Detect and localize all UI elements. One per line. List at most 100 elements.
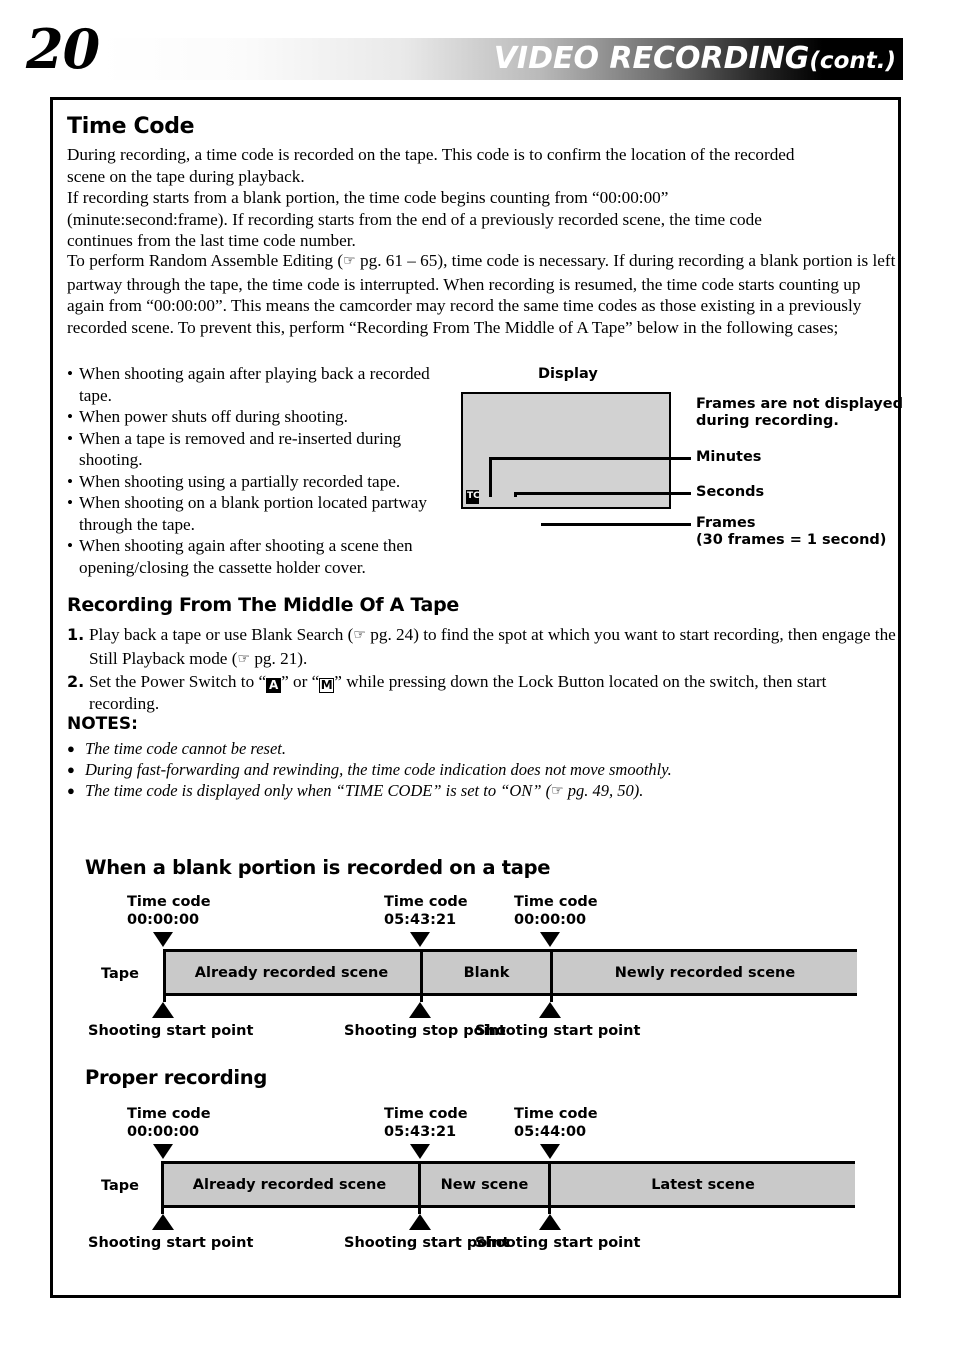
marker-triangle-up [409,1214,431,1230]
marker-triangle-up [539,1002,561,1018]
notes-title: NOTES: [67,714,138,734]
time-code-label: Time code 05:43:21 [384,1106,468,1141]
shooting-point-label: Shooting start point [88,1235,254,1251]
time-code-label: Time code 05:44:00 [514,1106,598,1141]
time-code-label: Time code 00:00:00 [127,1106,211,1141]
header-title-main: VIDEO RECORDING [493,41,810,76]
list-item-label: When shooting using a partially recorded… [79,471,401,491]
paragraph-text: To perform Random Assemble Editing ( [67,251,344,270]
tape-bar: Already recorded scene New scene Latest … [161,1161,855,1214]
paragraph-line: continues from the last time code number… [67,231,356,250]
leader-line-frames-horizontal [541,523,691,526]
time-code-caption: Time code [127,1106,211,1122]
pointing-hand-icon: ☞ [237,650,251,667]
callout-line: Frames [696,515,756,531]
step-number: 1. [67,625,85,644]
list-item: ● The time code cannot be reset. [67,738,887,759]
conditions-bullet-list: • When shooting again after playing back… [67,363,457,578]
time-code-caption: Time code [384,894,468,910]
list-item: ● The time code is displayed only when “… [67,780,887,803]
leader-line-seconds-horizontal [514,492,691,495]
tape-segment: Already recorded scene [161,1164,418,1205]
note-text: The time code cannot be reset. [85,739,286,758]
time-code-value: 00:00:00 [514,911,587,928]
list-item: • When shooting again after shooting a s… [67,535,457,578]
diagram-title: Proper recording [85,1066,267,1089]
notes-list: ● The time code cannot be reset. ● Durin… [67,738,887,803]
list-item: • When shooting using a partially record… [67,471,457,493]
recording-steps-list: 1. Play back a tape or use Blank Search … [67,624,897,715]
list-item: 1. Play back a tape or use Blank Search … [67,624,897,671]
list-item-label: When power shuts off during shooting. [79,407,348,426]
paragraph-line: (minute:second:frame). If recording star… [67,209,762,229]
tape-segment: Blank [423,952,550,993]
pointing-hand-icon: ☞ [551,783,564,799]
time-code-caption: Time code [514,894,598,910]
note-text-part: pg. 49, 50). [563,781,644,800]
list-item: • When power shuts off during shooting. [67,406,457,428]
tape-segment: Already recorded scene [163,952,420,993]
page-content-frame: Time Code During recording, a time code … [50,97,904,1298]
note-bullet-marker: ● [67,762,75,777]
note-text: During fast-forwarding and rewinding, th… [85,760,672,779]
paragraph-line: During recording, a time code is recorde… [67,145,795,164]
page-number: 20 [26,17,100,81]
time-code-value: 00:00:00 [127,911,200,928]
list-item: ● During fast-forwarding and rewinding, … [67,759,887,780]
pointing-hand-icon: ☞ [343,253,356,269]
bullet-marker: • [67,471,74,491]
time-code-value: 00:00:00 [127,1123,200,1140]
list-item-label: When a tape is removed and re-inserted d… [79,428,402,470]
time-code-caption: Time code [514,1106,598,1122]
page-header: 20 VIDEO RECORDING(cont.) [0,0,954,95]
bullet-marker: • [67,364,74,383]
time-code-label: Time code 00:00:00 [127,894,211,929]
list-item: 2. Set the Power Switch to “A” or “M” wh… [67,671,897,715]
callout-frames: Frames (30 frames = 1 second) [696,515,886,549]
time-code-paragraph-2: To perform Random Assemble Editing (☞ pg… [67,250,897,338]
bullet-marker: • [67,493,74,512]
tape-segment-label: Blank [463,964,510,981]
step-text-part: ” or “ [281,672,320,691]
bullet-marker: • [67,536,74,555]
tape-segment-label: Already recorded scene [192,1176,387,1193]
marker-triangle-down [153,932,173,947]
list-item-label: When shooting again after shooting a sce… [79,536,413,577]
step-text-part: pg. 21). [250,648,308,668]
marker-triangle-up [152,1214,174,1230]
tape-segment-label: New scene [440,1176,529,1193]
note-text-part: The time code is displayed only when “TI… [85,781,552,800]
note-text: The time code is displayed only when “TI… [85,780,643,803]
marker-triangle-down [410,932,430,947]
marker-triangle-down [153,1144,173,1159]
marker-triangle-down [540,1144,560,1159]
diagram-blank-portion: When a blank portion is recorded on a ta… [53,856,904,1056]
marker-triangle-up [539,1214,561,1230]
marker-triangle-down [410,1144,430,1159]
list-item-label: When shooting on a blank portion located… [79,493,427,534]
display-diagram-label: Display [538,366,598,382]
time-code-label: Time code 05:43:21 [384,894,468,929]
tape-segment: Latest scene [551,1164,855,1205]
time-code-value: 05:44:00 [514,1123,587,1140]
time-code-value: 05:43:21 [384,1123,457,1140]
note-bullet-marker: ● [67,783,75,798]
marker-triangle-up [409,1002,431,1018]
tape-segment-label: Latest scene [651,1176,755,1193]
list-item: • When shooting again after playing back… [67,363,457,406]
step-number: 2. [67,672,85,691]
step-text: Set the Power Switch to “A” or “M” while… [89,671,897,715]
tape-segment: Newly recorded scene [553,952,857,993]
tape-axis-label: Tape [101,1178,140,1194]
pointing-hand-icon: ☞ [353,627,366,643]
time-code-paragraph-1: During recording, a time code is recorde… [67,144,897,252]
tape-segment-label: Newly recorded scene [614,964,796,981]
time-code-label: Time code 00:00:00 [514,894,598,929]
section-title-time-code: Time Code [67,114,195,139]
note-bullet-marker: ● [67,741,75,756]
callout-seconds: Seconds [696,484,765,500]
tape-bar: Already recorded scene Blank Newly recor… [163,949,857,1002]
step-text-part: Play back a tape or use Blank Search ( [89,625,354,644]
marker-triangle-down [540,932,560,947]
list-item: • When shooting on a blank portion locat… [67,492,457,535]
